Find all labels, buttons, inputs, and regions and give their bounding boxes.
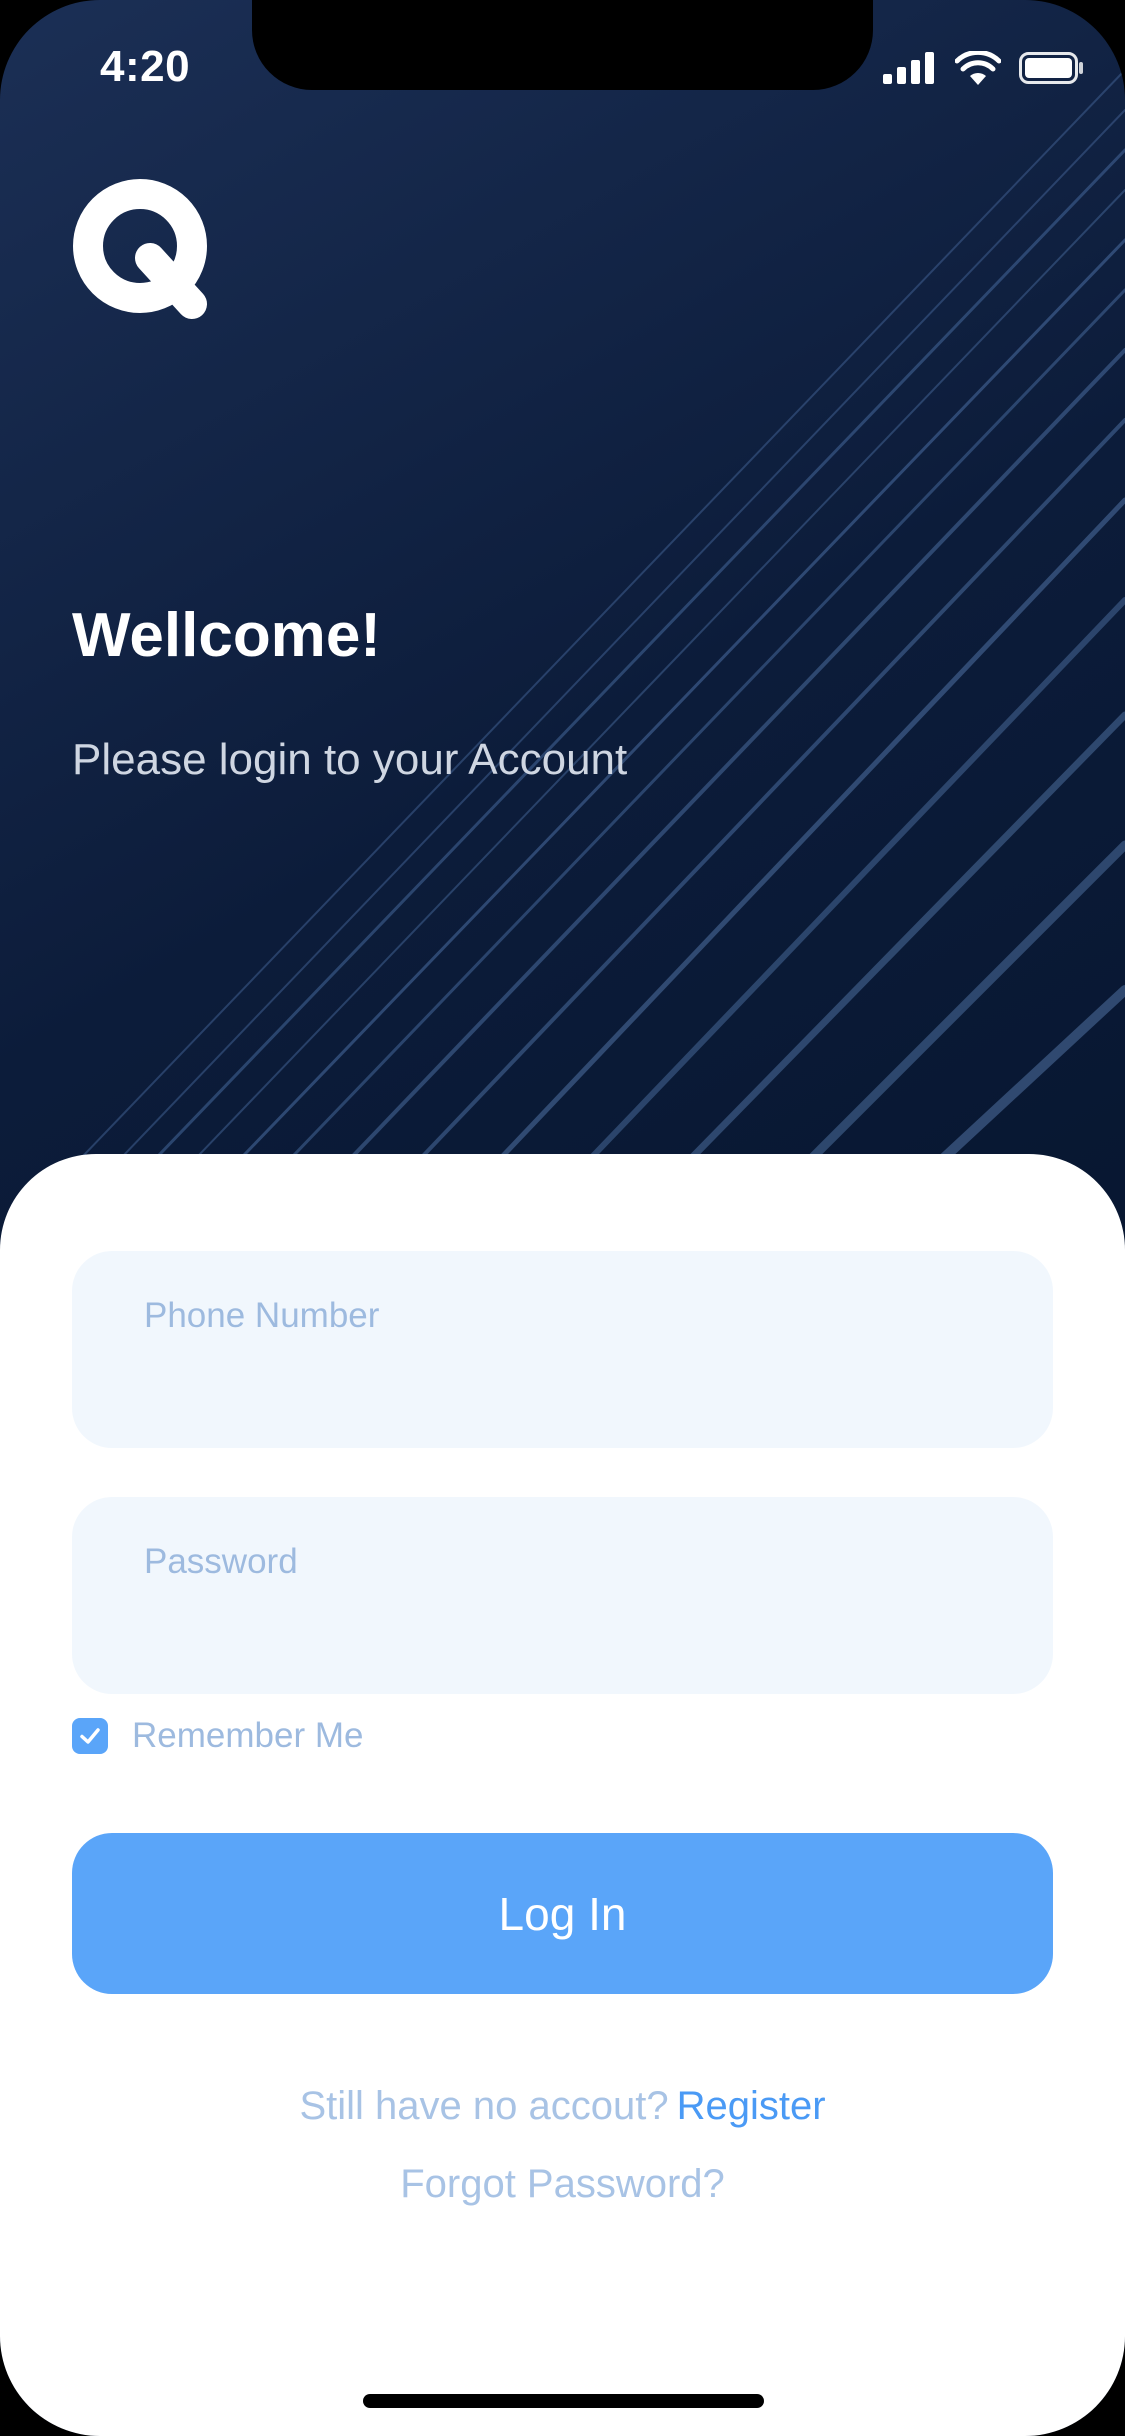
- checkmark-icon: [80, 1728, 100, 1744]
- battery-icon: [1019, 52, 1083, 84]
- phone-screen: 4:20 Wellcome! Please login to your Acco…: [0, 0, 1125, 2436]
- status-time: 4:20: [100, 42, 191, 91]
- register-link[interactable]: Register: [677, 2084, 826, 2128]
- home-indicator[interactable]: [363, 2394, 764, 2408]
- forgot-password-link[interactable]: Forgot Password?: [0, 2162, 1125, 2207]
- remember-me-row[interactable]: Remember Me: [72, 1716, 363, 1756]
- phone-number-input[interactable]: [72, 1251, 1053, 1448]
- phone-field[interactable]: [72, 1251, 1053, 1448]
- status-icons: [883, 48, 1085, 88]
- remember-me-label: Remember Me: [132, 1716, 364, 1755]
- remember-me-checkbox[interactable]: [72, 1718, 108, 1754]
- signal-icon: [883, 52, 934, 84]
- device-notch: [252, 0, 873, 90]
- q-logo-icon: [73, 179, 207, 319]
- wifi-icon: [955, 51, 1001, 85]
- register-prompt-row: Still have no accout? Register: [0, 2084, 1125, 2129]
- login-button[interactable]: Log In: [72, 1833, 1053, 1994]
- password-input[interactable]: [72, 1497, 1053, 1694]
- password-field[interactable]: [72, 1497, 1053, 1694]
- welcome-title: Wellcome!: [72, 601, 381, 670]
- welcome-subtitle: Please login to your Account: [72, 735, 628, 784]
- register-prompt-text: Still have no accout?: [299, 2084, 669, 2128]
